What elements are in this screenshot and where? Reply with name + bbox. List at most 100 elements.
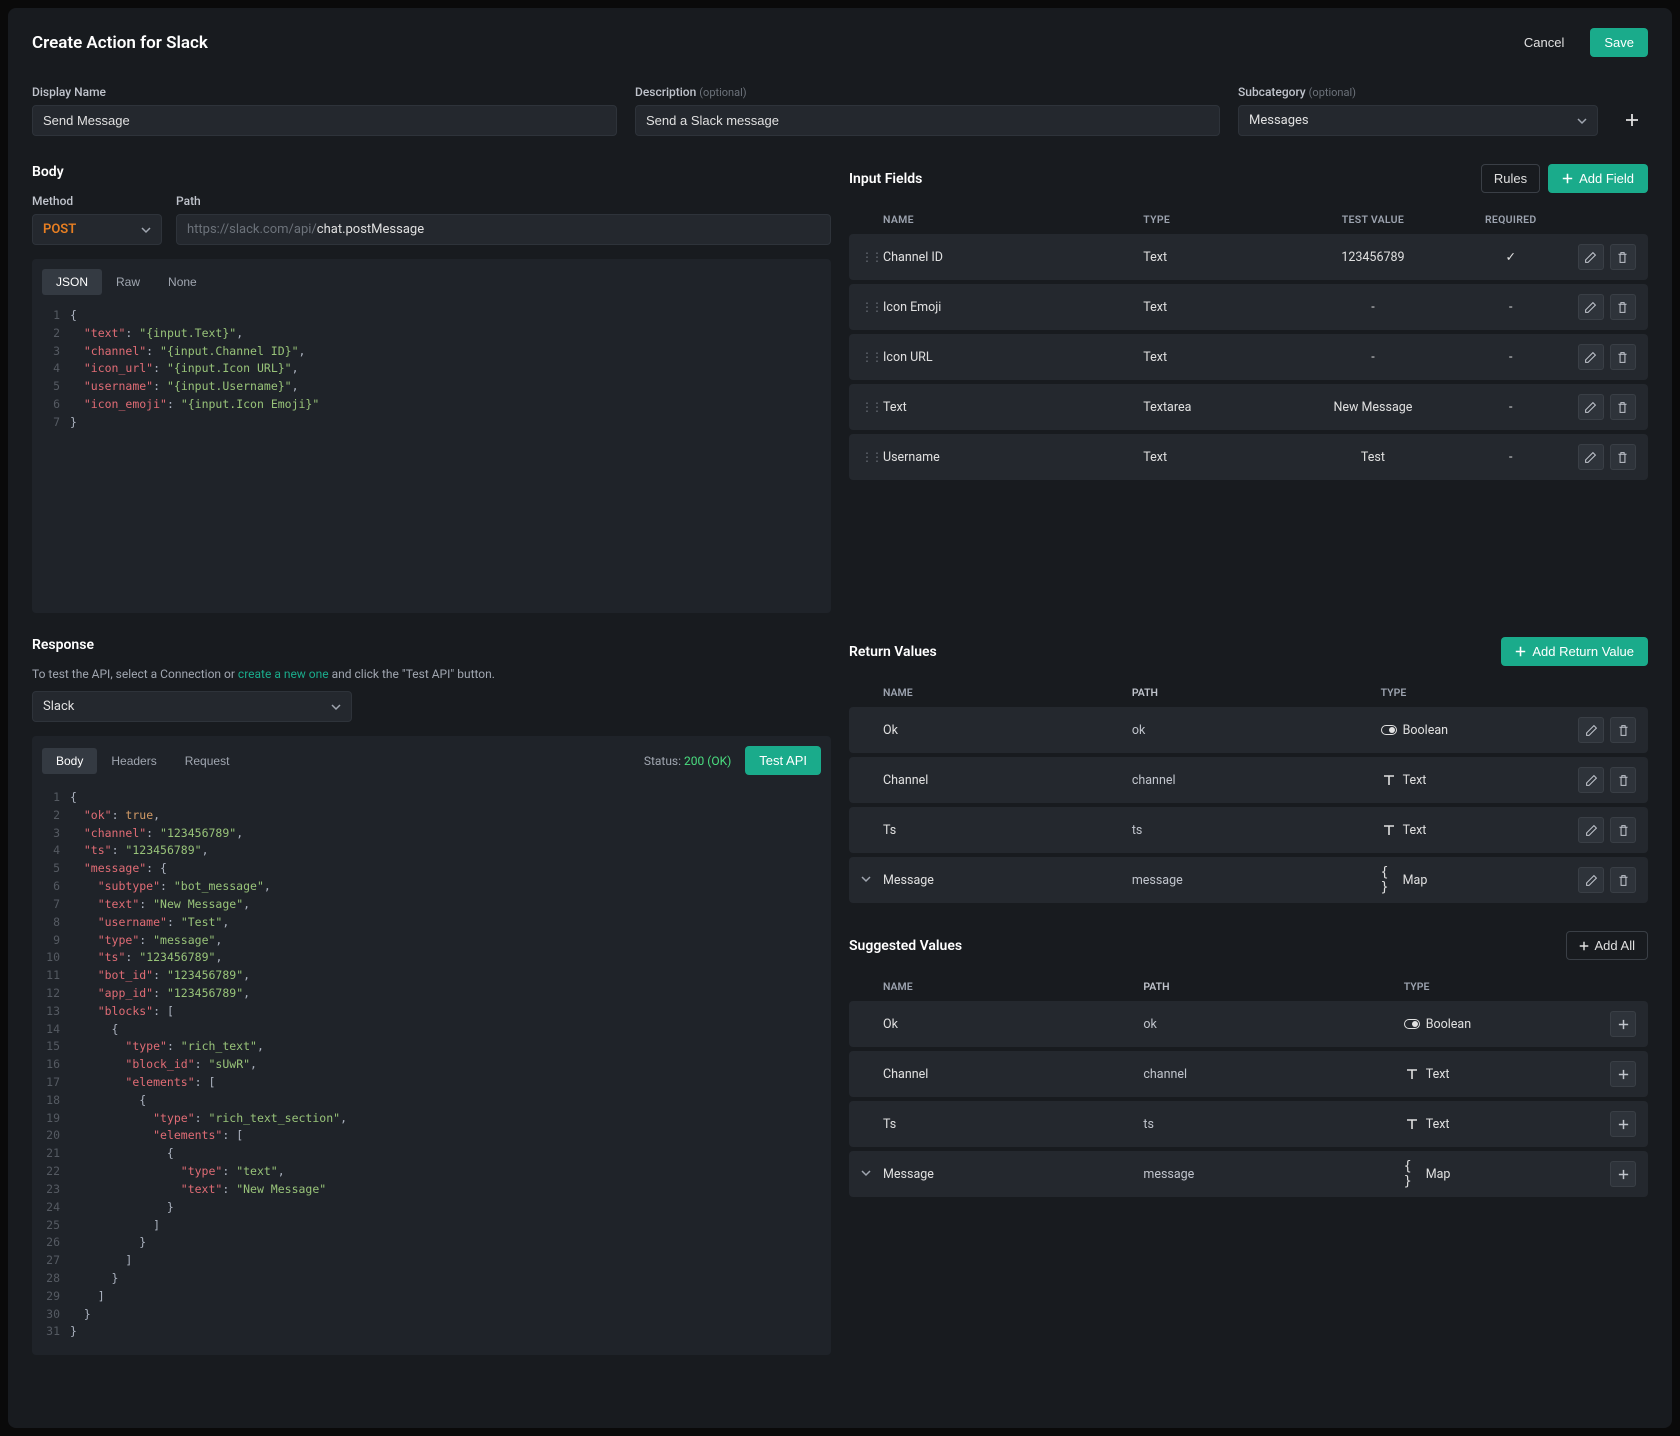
field-type: Text bbox=[1143, 250, 1296, 265]
test-api-button[interactable]: Test API bbox=[745, 746, 821, 775]
response-code-viewer[interactable]: 1{2 "ok": true,3 "channel": "123456789",… bbox=[42, 785, 821, 1345]
delete-button[interactable] bbox=[1610, 717, 1636, 743]
sv-type-header: TYPE bbox=[1404, 980, 1604, 993]
create-connection-link[interactable]: create a new one bbox=[238, 667, 329, 681]
field-required: - bbox=[1450, 450, 1572, 465]
edit-button[interactable] bbox=[1578, 244, 1604, 270]
add-return-value-button[interactable]: Add Return Value bbox=[1501, 637, 1648, 666]
plus-icon bbox=[1515, 646, 1526, 657]
edit-button[interactable] bbox=[1578, 294, 1604, 320]
field-test-value: Test bbox=[1296, 450, 1449, 465]
cancel-button[interactable]: Cancel bbox=[1510, 28, 1578, 57]
edit-button[interactable] bbox=[1578, 867, 1604, 893]
add-button[interactable] bbox=[1610, 1161, 1636, 1187]
rv-type: Text bbox=[1381, 772, 1572, 788]
drag-handle-icon[interactable] bbox=[861, 350, 883, 365]
rv-path: message bbox=[1143, 1167, 1403, 1182]
display-name-input[interactable] bbox=[32, 105, 617, 136]
check-icon bbox=[1506, 250, 1516, 265]
plus-icon bbox=[1562, 173, 1573, 184]
field-type: Text bbox=[1143, 450, 1296, 465]
rv-path: ts bbox=[1132, 823, 1381, 838]
tab-none[interactable]: None bbox=[154, 269, 211, 295]
delete-button[interactable] bbox=[1610, 394, 1636, 420]
rv-type: { }Map bbox=[1381, 872, 1572, 888]
col-test-header: TEST VALUE bbox=[1296, 213, 1449, 226]
delete-button[interactable] bbox=[1610, 767, 1636, 793]
tab-request[interactable]: Request bbox=[171, 748, 244, 774]
rv-type: Text bbox=[1381, 822, 1572, 838]
plus-icon bbox=[1579, 941, 1589, 951]
add-button[interactable] bbox=[1610, 1011, 1636, 1037]
field-name: Icon Emoji bbox=[883, 300, 1143, 315]
display-name-label: Display Name bbox=[32, 85, 617, 99]
delete-button[interactable] bbox=[1610, 867, 1636, 893]
save-button[interactable]: Save bbox=[1590, 28, 1648, 57]
edit-button[interactable] bbox=[1578, 717, 1604, 743]
rv-path: channel bbox=[1132, 773, 1381, 788]
tab-json[interactable]: JSON bbox=[42, 269, 102, 295]
field-name: Icon URL bbox=[883, 350, 1143, 365]
edit-button[interactable] bbox=[1578, 817, 1604, 843]
add-button[interactable] bbox=[1610, 1061, 1636, 1087]
status-text: Status: 200 (OK) bbox=[644, 754, 731, 768]
drag-handle-icon[interactable] bbox=[861, 250, 883, 265]
delete-button[interactable] bbox=[1610, 344, 1636, 370]
col-name-header: NAME bbox=[883, 213, 1143, 226]
rules-button[interactable]: Rules bbox=[1481, 164, 1540, 193]
drag-handle-icon[interactable] bbox=[861, 400, 883, 415]
map-icon: { } bbox=[1381, 872, 1397, 888]
text-icon bbox=[1404, 1066, 1420, 1082]
field-required: - bbox=[1450, 350, 1572, 365]
tab-body[interactable]: Body bbox=[42, 748, 97, 774]
drag-handle-icon[interactable] bbox=[861, 450, 883, 465]
field-test-value: - bbox=[1296, 350, 1449, 365]
tab-raw[interactable]: Raw bbox=[102, 269, 154, 295]
edit-button[interactable] bbox=[1578, 444, 1604, 470]
return-value-row: TstsText bbox=[849, 807, 1648, 853]
return-value-row: Messagemessage{ }Map bbox=[849, 857, 1648, 903]
field-type: Text bbox=[1143, 350, 1296, 365]
connection-select[interactable]: Slack bbox=[32, 691, 352, 722]
text-icon bbox=[1404, 1116, 1420, 1132]
add-all-button[interactable]: Add All bbox=[1566, 931, 1648, 960]
plus-icon bbox=[1625, 113, 1639, 127]
input-field-row: Channel IDText123456789 bbox=[849, 234, 1648, 280]
method-select[interactable]: POST bbox=[32, 214, 162, 245]
sv-path-header: PATH bbox=[1143, 980, 1403, 993]
add-subcategory-button[interactable] bbox=[1616, 104, 1648, 136]
field-test-value: 123456789 bbox=[1296, 250, 1449, 265]
add-field-button[interactable]: Add Field bbox=[1548, 164, 1648, 193]
edit-button[interactable] bbox=[1578, 394, 1604, 420]
response-note: To test the API, select a Connection or … bbox=[32, 667, 831, 681]
description-input[interactable] bbox=[635, 105, 1220, 136]
field-name: Channel ID bbox=[883, 250, 1143, 265]
edit-button[interactable] bbox=[1578, 344, 1604, 370]
expand-icon[interactable] bbox=[861, 873, 871, 888]
rv-name: Channel bbox=[883, 773, 1132, 788]
delete-button[interactable] bbox=[1610, 444, 1636, 470]
chevron-down-icon bbox=[1577, 116, 1587, 126]
input-field-row: Icon EmojiText-- bbox=[849, 284, 1648, 330]
subcategory-select[interactable]: Messages bbox=[1238, 105, 1598, 136]
add-button[interactable] bbox=[1610, 1111, 1636, 1137]
return-value-row: OkokBoolean bbox=[849, 1001, 1648, 1047]
body-section-title: Body bbox=[32, 164, 831, 180]
return-value-row: TstsText bbox=[849, 1101, 1648, 1147]
rv-type: Text bbox=[1404, 1116, 1604, 1132]
field-required: - bbox=[1450, 300, 1572, 315]
path-label: Path bbox=[176, 194, 831, 208]
body-code-editor[interactable]: 1{2 "text": "{input.Text}",3 "channel": … bbox=[42, 303, 821, 603]
tab-headers[interactable]: Headers bbox=[97, 748, 170, 774]
map-icon: { } bbox=[1404, 1166, 1420, 1182]
delete-button[interactable] bbox=[1610, 294, 1636, 320]
drag-handle-icon[interactable] bbox=[861, 300, 883, 315]
rv-name: Channel bbox=[883, 1067, 1143, 1082]
expand-icon[interactable] bbox=[861, 1167, 871, 1182]
delete-button[interactable] bbox=[1610, 244, 1636, 270]
rv-name: Ok bbox=[883, 1017, 1143, 1032]
delete-button[interactable] bbox=[1610, 817, 1636, 843]
path-input[interactable]: https://slack.com/api/chat.postMessage bbox=[176, 214, 831, 245]
edit-button[interactable] bbox=[1578, 767, 1604, 793]
return-value-row: Messagemessage{ }Map bbox=[849, 1151, 1648, 1197]
